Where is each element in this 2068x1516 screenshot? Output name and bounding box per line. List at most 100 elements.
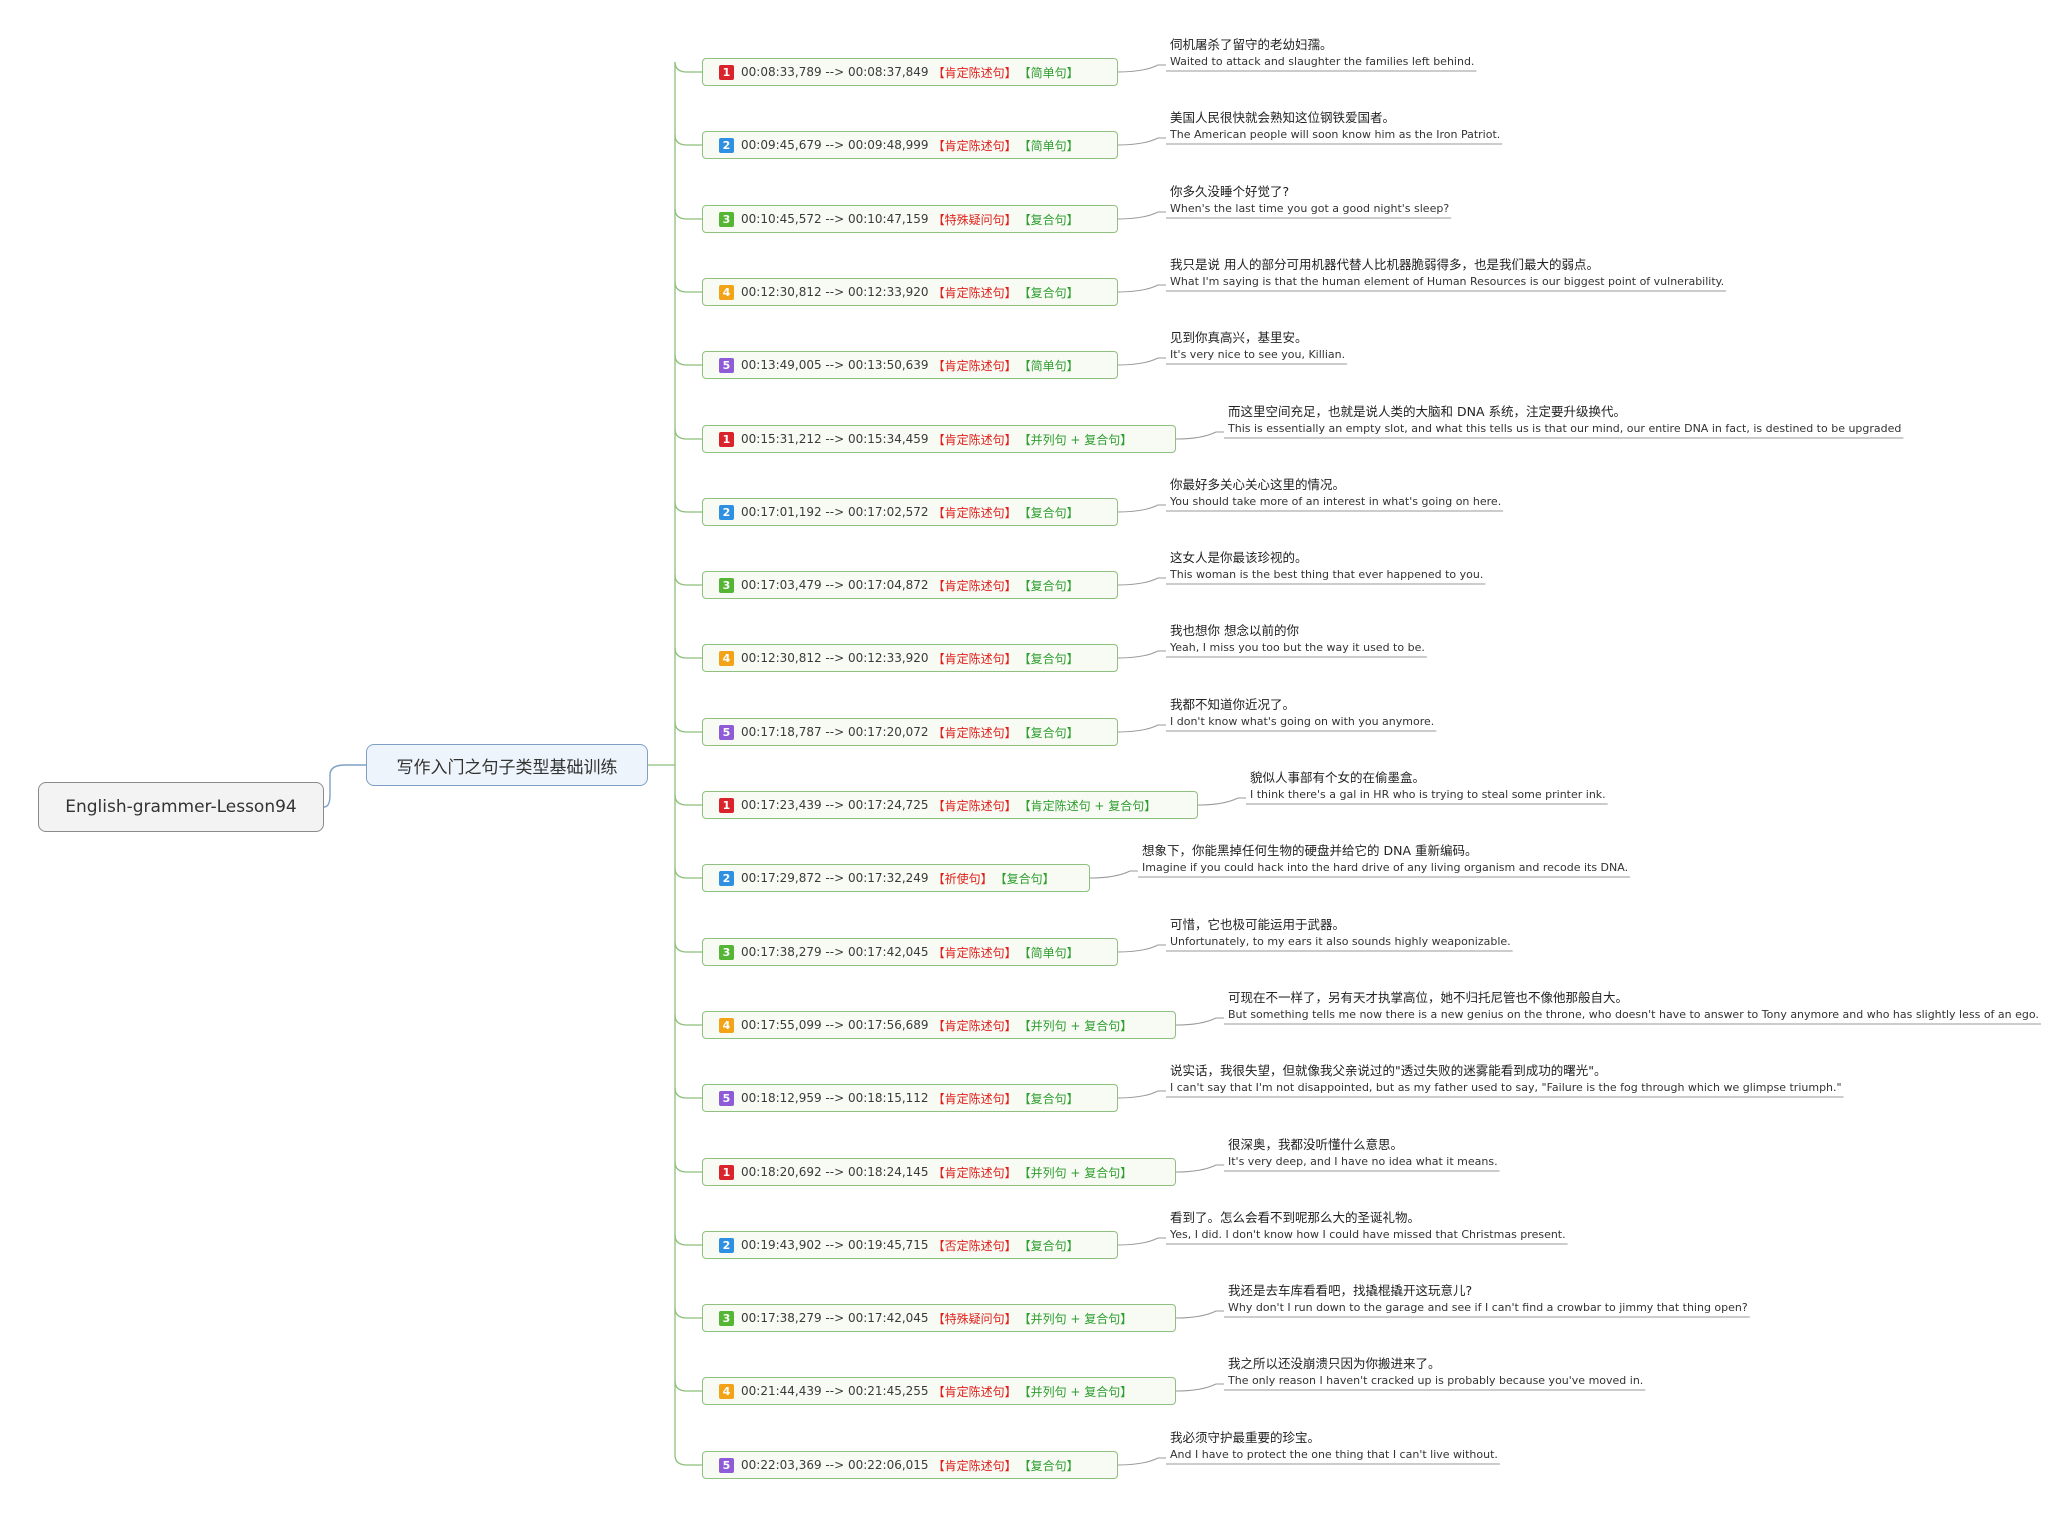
sentence-type-label: 【肯定陈述句】 bbox=[932, 651, 1017, 666]
subtitle-note[interactable]: 我还是去车库看看吧，找撬棍撬开这玩意儿? Why don't I run down… bbox=[1228, 1282, 1748, 1316]
subtopic-node[interactable]: 2 00:19:43,902 --> 00:19:45,715 【否定陈述句】 【复合… bbox=[702, 1231, 1118, 1259]
timestamp-label: 00:17:55,099 --> 00:17:56,689 bbox=[741, 1018, 929, 1032]
subtopic-node[interactable]: 3 00:17:38,279 --> 00:17:42,045 【肯定陈述句】 【简单… bbox=[702, 938, 1118, 966]
note-connector bbox=[1117, 357, 1166, 366]
subtitle-note[interactable]: 伺机屠杀了留守的老幼妇孺。 Waited to attack and slaugh… bbox=[1170, 36, 1474, 70]
timestamp-label: 00:17:18,787 --> 00:17:20,072 bbox=[741, 725, 929, 739]
subtitle-note[interactable]: 我也想你 想念以前的你 Yeah, I miss you too but the … bbox=[1170, 622, 1425, 656]
sentence-structure-label: 【并列句 + 复合句】 bbox=[1018, 1018, 1133, 1033]
branch-connector bbox=[674, 428, 702, 440]
subtopic-node[interactable]: 5 00:18:12,959 --> 00:18:15,112 【肯定陈述句】 【复合… bbox=[702, 1084, 1118, 1112]
subtopic-node[interactable]: 3 00:10:45,572 --> 00:10:47,159 【特殊疑问句】 【复合… bbox=[702, 205, 1118, 233]
note-connector bbox=[1117, 577, 1166, 586]
subtopic-node[interactable]: 3 00:17:03,479 --> 00:17:04,872 【肯定陈述句】 【复合… bbox=[702, 571, 1118, 599]
note-connector bbox=[1197, 797, 1246, 806]
root-topic-node[interactable]: English-grammer-Lesson94 bbox=[38, 782, 324, 832]
priority-4-icon: 4 bbox=[719, 650, 734, 666]
subtitle-note[interactable]: 见到你真高兴，基里安。 It's very nice to see you, Ki… bbox=[1170, 329, 1345, 363]
subtopic-node[interactable]: 5 00:13:49,005 --> 00:13:50,639 【肯定陈述句】 【简单… bbox=[702, 351, 1118, 379]
sentence-type-label: 【肯定陈述句】 bbox=[932, 1458, 1017, 1473]
sentence-structure-label: 【并列句 + 复合句】 bbox=[1018, 1384, 1133, 1399]
subtitle-note[interactable]: 很深奥，我都没听懂什么意思。 It's very deep, and I have… bbox=[1228, 1136, 1498, 1170]
priority-1-icon: 1 bbox=[719, 1164, 734, 1180]
main-topic-node[interactable]: 写作入门之句子类型基础训练 bbox=[366, 744, 648, 786]
english-subtitle-text: I don't know what's going on with you an… bbox=[1170, 715, 1435, 728]
timestamp-label: 00:12:30,812 --> 00:12:33,920 bbox=[741, 285, 929, 299]
chinese-subtitle-text: 很深奥，我都没听懂什么意思。 bbox=[1228, 1137, 1404, 1152]
priority-2-icon: 2 bbox=[719, 137, 734, 153]
subtopic-node[interactable]: 1 00:17:23,439 --> 00:17:24,725 【肯定陈述句】 【肯定… bbox=[702, 791, 1198, 819]
subtitle-note[interactable]: 可现在不一样了，另有天才执掌高位，她不归托尼管也不像他那般自大。 But some… bbox=[1228, 989, 2039, 1023]
subtitle-note[interactable]: 而这里空间充足，也就是说人类的大脑和 DNA 系统，注定要升级换代。 This i… bbox=[1228, 403, 1901, 437]
subtitle-note[interactable]: 我都不知道你近况了。 I don't know what's going on w… bbox=[1170, 696, 1434, 730]
note-connector bbox=[1175, 1164, 1224, 1173]
note-connector bbox=[1117, 504, 1166, 513]
sentence-structure-label: 【简单句】 bbox=[1018, 358, 1079, 373]
subtitle-note[interactable]: 你多久没睡个好觉了? When's the last time you got a… bbox=[1170, 183, 1449, 217]
branch-connector bbox=[674, 1161, 702, 1173]
sentence-structure-label: 【复合句】 bbox=[1018, 505, 1079, 520]
sentence-type-label: 【否定陈述句】 bbox=[932, 1238, 1017, 1253]
chinese-subtitle-text: 美国人民很快就会熟知这位钢铁爱国者。 bbox=[1170, 110, 1396, 125]
subtitle-note[interactable]: 美国人民很快就会熟知这位钢铁爱国者。 The American people wi… bbox=[1170, 109, 1500, 143]
subtopic-node[interactable]: 5 00:17:18,787 --> 00:17:20,072 【肯定陈述句】 【复合… bbox=[702, 718, 1118, 746]
english-subtitle-text: Why don't I run down to the garage and s… bbox=[1228, 1301, 1748, 1314]
branch-connector bbox=[674, 1454, 702, 1466]
subtitle-note[interactable]: 我只是说 用人的部分可用机器代替人比机器脆弱得多，也是我们最大的弱点。 What … bbox=[1170, 256, 1724, 290]
root-to-main-connector bbox=[323, 764, 366, 808]
english-subtitle-text: I can't say that I'm not disappointed, b… bbox=[1170, 1081, 1842, 1094]
chinese-subtitle-text: 而这里空间充足，也就是说人类的大脑和 DNA 系统，注定要升级换代。 bbox=[1228, 404, 1626, 419]
sentence-structure-label: 【复合句】 bbox=[1018, 1091, 1079, 1106]
subtopic-node[interactable]: 4 00:17:55,099 --> 00:17:56,689 【肯定陈述句】 【并列… bbox=[702, 1011, 1176, 1039]
branch-connector bbox=[674, 134, 702, 146]
chinese-subtitle-text: 这女人是你最该珍视的。 bbox=[1170, 550, 1308, 565]
note-connector bbox=[1175, 1383, 1224, 1392]
subtitle-note[interactable]: 可惜，它也极可能运用于武器。 Unfortunately, to my ears … bbox=[1170, 916, 1511, 950]
timestamp-label: 00:12:30,812 --> 00:12:33,920 bbox=[741, 651, 929, 665]
subtopic-node[interactable]: 4 00:12:30,812 --> 00:12:33,920 【肯定陈述句】 【复合… bbox=[702, 644, 1118, 672]
priority-5-icon: 5 bbox=[719, 1457, 734, 1473]
english-subtitle-text: It's very nice to see you, Killian. bbox=[1170, 348, 1346, 361]
subtopic-node[interactable]: 1 00:18:20,692 --> 00:18:24,145 【肯定陈述句】 【并列… bbox=[702, 1158, 1176, 1186]
sentence-type-label: 【肯定陈述句】 bbox=[932, 505, 1017, 520]
subtopic-node[interactable]: 2 00:17:01,192 --> 00:17:02,572 【肯定陈述句】 【复合… bbox=[702, 498, 1118, 526]
subtopic-node[interactable]: 1 00:08:33,789 --> 00:08:37,849 【肯定陈述句】 【简单… bbox=[702, 58, 1118, 86]
subtitle-note[interactable]: 这女人是你最该珍视的。 This woman is the best thing … bbox=[1170, 549, 1483, 583]
subtitle-note[interactable]: 说实话，我很失望，但就像我父亲说过的"透过失败的迷雾能看到成功的曙光"。 I ca… bbox=[1170, 1062, 1842, 1096]
branch-connector bbox=[674, 941, 702, 953]
subtitle-note[interactable]: 我之所以还没崩溃只因为你搬进来了。 The only reason I haven… bbox=[1228, 1355, 1643, 1389]
timestamp-label: 00:19:43,902 --> 00:19:45,715 bbox=[741, 1238, 929, 1252]
chinese-subtitle-text: 伺机屠杀了留守的老幼妇孺。 bbox=[1170, 37, 1333, 52]
note-connector bbox=[1117, 724, 1166, 733]
timestamp-label: 00:15:31,212 --> 00:15:34,459 bbox=[741, 432, 929, 446]
timestamp-label: 00:08:33,789 --> 00:08:37,849 bbox=[741, 65, 929, 79]
subtopic-node[interactable]: 4 00:12:30,812 --> 00:12:33,920 【肯定陈述句】 【复合… bbox=[702, 278, 1118, 306]
subtitle-note[interactable]: 看到了。怎么会看不到呢那么大的圣诞礼物。 Yes, I did. I don't … bbox=[1170, 1209, 1566, 1243]
chinese-subtitle-text: 想象下，你能黑掉任何生物的硬盘并给它的 DNA 重新编码。 bbox=[1142, 843, 1478, 858]
english-subtitle-text: And I have to protect the one thing that… bbox=[1170, 1448, 1498, 1461]
subtitle-note[interactable]: 你最好多关心关心这里的情况。 You should take more of an… bbox=[1170, 476, 1501, 510]
subtopic-node[interactable]: 3 00:17:38,279 --> 00:17:42,045 【特殊疑问句】 【并列… bbox=[702, 1304, 1176, 1332]
branch-connector bbox=[674, 574, 702, 586]
note-connector bbox=[1175, 1017, 1224, 1026]
subtitle-note[interactable]: 想象下，你能黑掉任何生物的硬盘并给它的 DNA 重新编码。 Imagine if … bbox=[1142, 842, 1628, 876]
note-connector bbox=[1117, 650, 1166, 659]
priority-5-icon: 5 bbox=[719, 724, 734, 740]
main-topic-label: 写作入门之句子类型基础训练 bbox=[396, 757, 618, 778]
sentence-type-label: 【肯定陈述句】 bbox=[932, 725, 1017, 740]
subtopic-node[interactable]: 1 00:15:31,212 --> 00:15:34,459 【肯定陈述句】 【并列… bbox=[702, 425, 1176, 453]
priority-5-icon: 5 bbox=[719, 1090, 734, 1106]
priority-1-icon: 1 bbox=[719, 64, 734, 80]
subtopic-node[interactable]: 2 00:17:29,872 --> 00:17:32,249 【祈使句】 【复合句】 bbox=[702, 864, 1090, 892]
subtopic-node[interactable]: 2 00:09:45,679 --> 00:09:48,999 【肯定陈述句】 【简单… bbox=[702, 131, 1118, 159]
timestamp-label: 00:17:38,279 --> 00:17:42,045 bbox=[741, 1311, 929, 1325]
subtitle-note[interactable]: 我必须守护最重要的珍宝。 And I have to protect the on… bbox=[1170, 1429, 1498, 1463]
priority-1-icon: 1 bbox=[719, 431, 734, 447]
note-connector bbox=[1117, 1457, 1166, 1466]
sentence-structure-label: 【复合句】 bbox=[1018, 1238, 1079, 1253]
subtitle-note[interactable]: 貌似人事部有个女的在偷墨盒。 I think there's a gal in H… bbox=[1250, 769, 1606, 803]
note-connector bbox=[1117, 944, 1166, 953]
subtopic-node[interactable]: 5 00:22:03,369 --> 00:22:06,015 【肯定陈述句】 【复合… bbox=[702, 1451, 1118, 1479]
subtopic-node[interactable]: 4 00:21:44,439 --> 00:21:45,255 【肯定陈述句】 【并列… bbox=[702, 1377, 1176, 1405]
branch-connector bbox=[674, 721, 702, 733]
